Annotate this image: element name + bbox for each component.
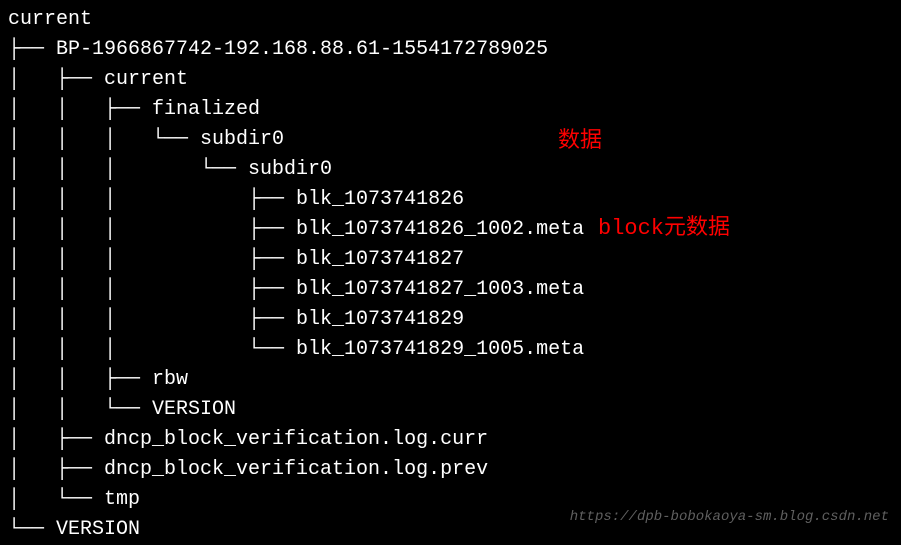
tree-line-dncp-prev: │ ├── dncp_block_verification.log.prev <box>8 455 893 485</box>
tree-line-blk-1073741826-meta: │ │ │ ├── blk_1073741826_1002.meta <box>8 215 893 245</box>
tree-line-finalized: │ │ ├── finalized <box>8 95 893 125</box>
tree-line-root: current <box>8 5 893 35</box>
tree-line-dncp-curr: │ ├── dncp_block_verification.log.curr <box>8 425 893 455</box>
tree-line-blk-1073741827: │ │ │ ├── blk_1073741827 <box>8 245 893 275</box>
tree-line-blk-1073741826: │ │ │ ├── blk_1073741826 <box>8 185 893 215</box>
annotation-block-metadata: block元数据 <box>598 212 730 245</box>
tree-line-subdir0-1: │ │ │ └── subdir0 <box>8 125 893 155</box>
tree-line-current: │ ├── current <box>8 65 893 95</box>
tree-line-blk-1073741827-meta: │ │ │ ├── blk_1073741827_1003.meta <box>8 275 893 305</box>
tree-line-subdir0-2: │ │ │ └── subdir0 <box>8 155 893 185</box>
tree-line-version-inner: │ │ └── VERSION <box>8 395 893 425</box>
tree-line-bp-dir: ├── BP-1966867742-192.168.88.61-15541727… <box>8 35 893 65</box>
tree-output: current ├── BP-1966867742-192.168.88.61-… <box>8 5 893 545</box>
tree-line-blk-1073741829-meta: │ │ │ └── blk_1073741829_1005.meta <box>8 335 893 365</box>
tree-line-rbw: │ │ ├── rbw <box>8 365 893 395</box>
watermark-url: https://dpb-bobokaoya-sm.blog.csdn.net <box>570 507 889 528</box>
annotation-data: 数据 <box>558 125 602 158</box>
tree-line-blk-1073741829: │ │ │ ├── blk_1073741829 <box>8 305 893 335</box>
